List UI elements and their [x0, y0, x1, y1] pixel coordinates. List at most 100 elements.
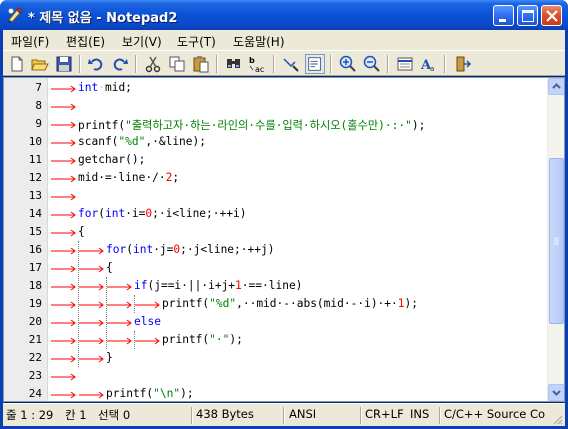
chevron-up-icon	[552, 83, 561, 89]
title-bar[interactable]: * 제목 없음 - Notepad2	[0, 0, 568, 30]
code-token: int	[132, 243, 154, 256]
code-token: "%d"	[118, 135, 146, 148]
view-whitespace-icon[interactable]	[305, 54, 325, 74]
status-eol[interactable]: CR+LF	[362, 407, 406, 424]
copy-icon[interactable]	[167, 54, 187, 74]
code-token: );	[411, 119, 433, 132]
status-file-size: 438 Bytes	[196, 407, 254, 421]
undo-icon[interactable]	[86, 54, 106, 74]
tab-arrow	[107, 337, 132, 345]
code-line: {	[106, 261, 113, 274]
status-encoding[interactable]: ANSI	[286, 407, 358, 424]
code-token: );	[404, 297, 418, 310]
close-button[interactable]	[541, 5, 562, 26]
close-icon	[546, 10, 558, 22]
font-icon[interactable]: Aa	[419, 54, 439, 74]
tab-arrow	[51, 265, 76, 273]
status-insert-mode[interactable]: INS	[407, 407, 437, 424]
code-line: for(int·j=0;·j<line;·++j)	[106, 243, 274, 256]
exit-icon[interactable]	[452, 54, 472, 74]
tab-arrow	[51, 373, 76, 381]
minimize-icon	[499, 19, 506, 22]
status-line-position: 줄 1 : 29	[6, 408, 54, 422]
cut-icon[interactable]	[143, 54, 163, 74]
new-file-icon[interactable]	[7, 54, 27, 74]
replace-icon[interactable]: bac	[248, 54, 268, 74]
save-icon[interactable]	[54, 54, 74, 74]
code-token: ·i=	[125, 207, 146, 220]
menu-edit[interactable]: 편집(E)	[66, 33, 105, 50]
scroll-up-button[interactable]	[548, 78, 564, 95]
maximize-button[interactable]	[517, 5, 538, 26]
editor-area[interactable]: 7 8 9 10 11 12 13 14 15 16 17 18 19 20 21 22 23 24 int·mi…	[3, 77, 565, 402]
code-token: int	[78, 81, 99, 94]
status-scheme[interactable]: C/C++ Source Co	[441, 407, 549, 424]
tab-arrow	[135, 337, 160, 345]
svg-text:a: a	[430, 65, 434, 73]
menu-file[interactable]: 파일(F)	[11, 33, 49, 50]
tab-arrow	[79, 391, 104, 399]
zoom-in-icon[interactable]	[338, 54, 358, 74]
code-token: ;·i<line;·++i)	[152, 207, 247, 220]
minimize-button[interactable]	[493, 5, 514, 26]
status-selection: 선택 0	[98, 408, 131, 422]
zoom-out-icon[interactable]	[362, 54, 382, 74]
tab-arrow	[51, 229, 76, 237]
code-line: if(j==i·||·i+j+1·==·line)	[134, 279, 302, 292]
status-bar: 줄 1 : 29 칸 1 선택 0 438 Bytes ANSI CR+LF I…	[3, 403, 565, 426]
notepad2-window: * 제목 없음 - Notepad2 파일(F) 편집(E) 보기(V) 도구(…	[0, 0, 568, 429]
scheme-icon[interactable]	[395, 54, 415, 74]
code-line: }	[106, 351, 113, 364]
vertical-scrollbar[interactable]	[547, 78, 564, 401]
tab-arrow	[79, 247, 104, 255]
tab-arrow	[79, 355, 104, 363]
code-token: ·==·line)	[241, 279, 303, 292]
code-token: scanf(	[78, 135, 119, 148]
code-token: }	[106, 351, 113, 364]
tab-arrow	[79, 301, 104, 309]
code-line: for(int·i=0;·i<line;·++i)	[78, 207, 246, 220]
tab-arrow	[51, 283, 76, 291]
open-folder-icon[interactable]	[30, 54, 50, 74]
scroll-thumb[interactable]	[549, 158, 564, 324]
code-area[interactable]: int·mid; printf("출력하고자·하는·라인의·수를·입력·하시오(홀…	[4, 78, 548, 401]
code-token: printf(	[78, 119, 126, 132]
code-token: int	[104, 207, 126, 220]
code-token: );	[229, 333, 243, 346]
code-token: else	[134, 315, 161, 328]
tab-arrow	[51, 193, 76, 201]
paste-icon[interactable]	[191, 54, 211, 74]
svg-text:ac: ac	[255, 65, 264, 74]
code-token: mid·=·line·/·	[78, 171, 166, 184]
code-token: ;·j<line;·++j)	[180, 243, 275, 256]
code-token: 1	[397, 297, 405, 310]
code-token: mid;	[104, 81, 132, 94]
tab-arrow	[51, 139, 76, 147]
resize-grip-icon[interactable]	[551, 413, 563, 425]
code-token: printf(	[106, 387, 154, 400]
code-token: getchar();	[78, 153, 146, 166]
indent-guide	[134, 331, 135, 349]
code-token: (	[98, 207, 105, 220]
maximize-icon	[522, 10, 534, 22]
code-line: mid·=·line·/·2;	[78, 171, 179, 184]
code-token: "\n"	[153, 387, 181, 400]
tab-arrow	[51, 247, 76, 255]
word-wrap-icon[interactable]	[281, 54, 301, 74]
tab-arrow	[51, 121, 76, 129]
toolbar: b ac Aa	[3, 50, 565, 76]
find-icon[interactable]	[224, 54, 244, 74]
menu-help[interactable]: 도움말(H)	[233, 33, 285, 50]
redo-icon[interactable]	[110, 54, 130, 74]
window-title: * 제목 없음 - Notepad2	[28, 11, 178, 26]
scroll-down-button[interactable]	[548, 384, 564, 401]
code-line: printf("출력하고자·하는·라인의·수를·입력·하시오(홀수만)·:·")…	[78, 117, 432, 133]
menu-view[interactable]: 보기(V)	[122, 33, 162, 50]
code-line: printf("\n");	[106, 387, 194, 400]
tab-arrow	[79, 265, 104, 273]
tab-arrow	[51, 391, 76, 399]
code-line: {	[78, 225, 85, 238]
menu-tools[interactable]: 도구(T)	[177, 33, 216, 50]
code-token: (j==i·||·i+j+	[147, 279, 236, 292]
code-line: scanf("%d",·&line);	[78, 135, 206, 148]
